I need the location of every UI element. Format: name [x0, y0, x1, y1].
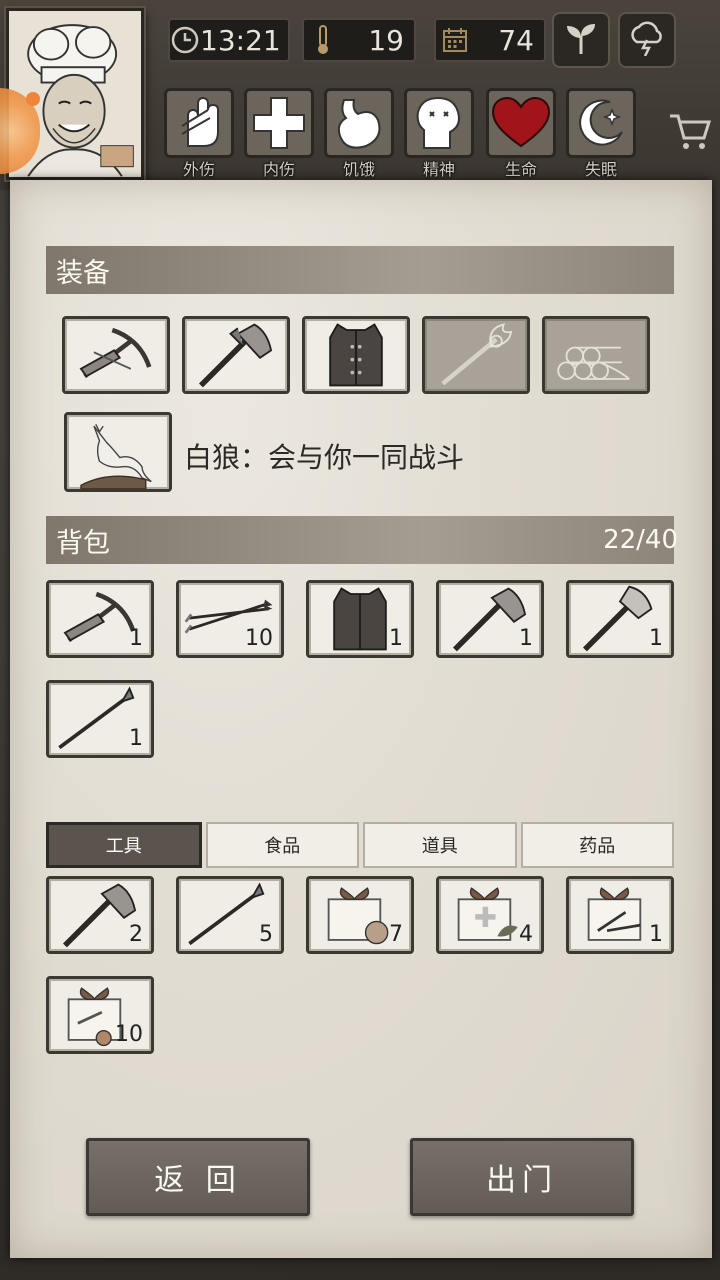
storm-cloud-icon: [627, 20, 667, 60]
sprout-icon: [563, 20, 599, 60]
item-quantity: 10: [115, 1022, 143, 1047]
companion-slot[interactable]: [64, 412, 172, 492]
internal-injury-icon[interactable]: [244, 88, 314, 158]
backpack-header: 背包 22/40: [46, 516, 678, 564]
clock-icon: [170, 21, 200, 59]
item-quantity: 5: [259, 922, 273, 947]
storage-item-spear[interactable]: 5: [176, 876, 284, 954]
back-button[interactable]: 返 回: [86, 1138, 310, 1216]
backpack-item-arrows[interactable]: 10: [176, 580, 284, 658]
mental-status-icon[interactable]: [404, 88, 474, 158]
insomnia-status-icon[interactable]: [566, 88, 636, 158]
equipped-vest-slot[interactable]: [302, 316, 410, 394]
item-quantity: 1: [389, 626, 403, 651]
backpack-title: 背包: [56, 527, 110, 559]
item-quantity: 7: [389, 922, 403, 947]
shop-cart-button[interactable]: [668, 112, 712, 152]
day-value: 74: [498, 23, 534, 57]
tab-medicine[interactable]: 药品: [520, 822, 674, 868]
cart-icon: [668, 114, 712, 156]
torch-slot[interactable]: [422, 316, 530, 394]
item-quantity: 1: [129, 626, 143, 651]
temperature-display: 19: [302, 18, 416, 62]
weather-button[interactable]: [618, 12, 676, 68]
tab-props[interactable]: 道具: [363, 822, 517, 868]
backpack-item-crossbow[interactable]: 1: [46, 580, 154, 658]
backpack-capacity: 22/40: [603, 525, 678, 555]
crossbow-icon: [79, 327, 152, 379]
tab-tools[interactable]: 工具: [46, 822, 202, 868]
tab-food[interactable]: 食品: [205, 822, 359, 868]
item-quantity: 1: [649, 922, 663, 947]
temperature-value: 19: [368, 23, 404, 57]
storage-item-axe[interactable]: 2: [46, 876, 154, 954]
day-counter: 74: [434, 18, 546, 62]
equipment-header: 装备: [46, 246, 674, 294]
backpack-item-spear[interactable]: 1: [46, 680, 154, 758]
hunger-label: 饥饿: [342, 160, 375, 179]
sprout-button[interactable]: [552, 12, 610, 68]
thermometer-icon: [304, 21, 342, 59]
item-quantity: 2: [129, 922, 143, 947]
storage-item-tools-box[interactable]: 1: [566, 876, 674, 954]
backpack-item-vest[interactable]: 1: [306, 580, 414, 658]
storage-item-food-box[interactable]: 7: [306, 876, 414, 954]
companion-description: 白狼：会与你一同战斗: [184, 441, 465, 474]
item-quantity: 4: [519, 922, 533, 947]
wound-status-icon[interactable]: [164, 88, 234, 158]
item-quantity: 1: [649, 626, 663, 651]
insomnia-label: 失眠: [584, 160, 617, 179]
item-quantity: 1: [519, 626, 533, 651]
health-status-icon[interactable]: [486, 88, 556, 158]
storage-item-medicine-box[interactable]: 4: [436, 876, 544, 954]
backpack-item-axe[interactable]: 1: [436, 580, 544, 658]
backpack-item-axe[interactable]: 1: [566, 580, 674, 658]
clock-display: 13:21: [168, 18, 290, 62]
logs-icon: [557, 346, 630, 380]
equipped-axe-slot[interactable]: [182, 316, 290, 394]
axe-icon: [198, 323, 273, 388]
storage-tabs: 工具 食品 道具 药品: [46, 822, 674, 868]
time-value: 13:21: [200, 23, 281, 57]
vest-icon: [329, 323, 383, 387]
go-out-button[interactable]: 出门: [410, 1138, 634, 1216]
torch-icon: [441, 323, 513, 386]
health-label: 生命: [504, 160, 537, 179]
wound-label: 外伤: [182, 160, 215, 179]
equipment-title: 装备: [56, 257, 110, 289]
hunger-status-icon[interactable]: [324, 88, 394, 158]
logs-slot[interactable]: [542, 316, 650, 394]
storage-item-wood-box[interactable]: 10: [46, 976, 154, 1054]
item-quantity: 1: [129, 726, 143, 751]
wolf-icon: [80, 423, 152, 489]
equipped-crossbow-slot[interactable]: [62, 316, 170, 394]
item-quantity: 10: [245, 626, 273, 651]
mental-label: 精神: [422, 160, 455, 179]
internal-injury-label: 内伤: [262, 160, 295, 179]
calendar-icon: [436, 21, 474, 59]
